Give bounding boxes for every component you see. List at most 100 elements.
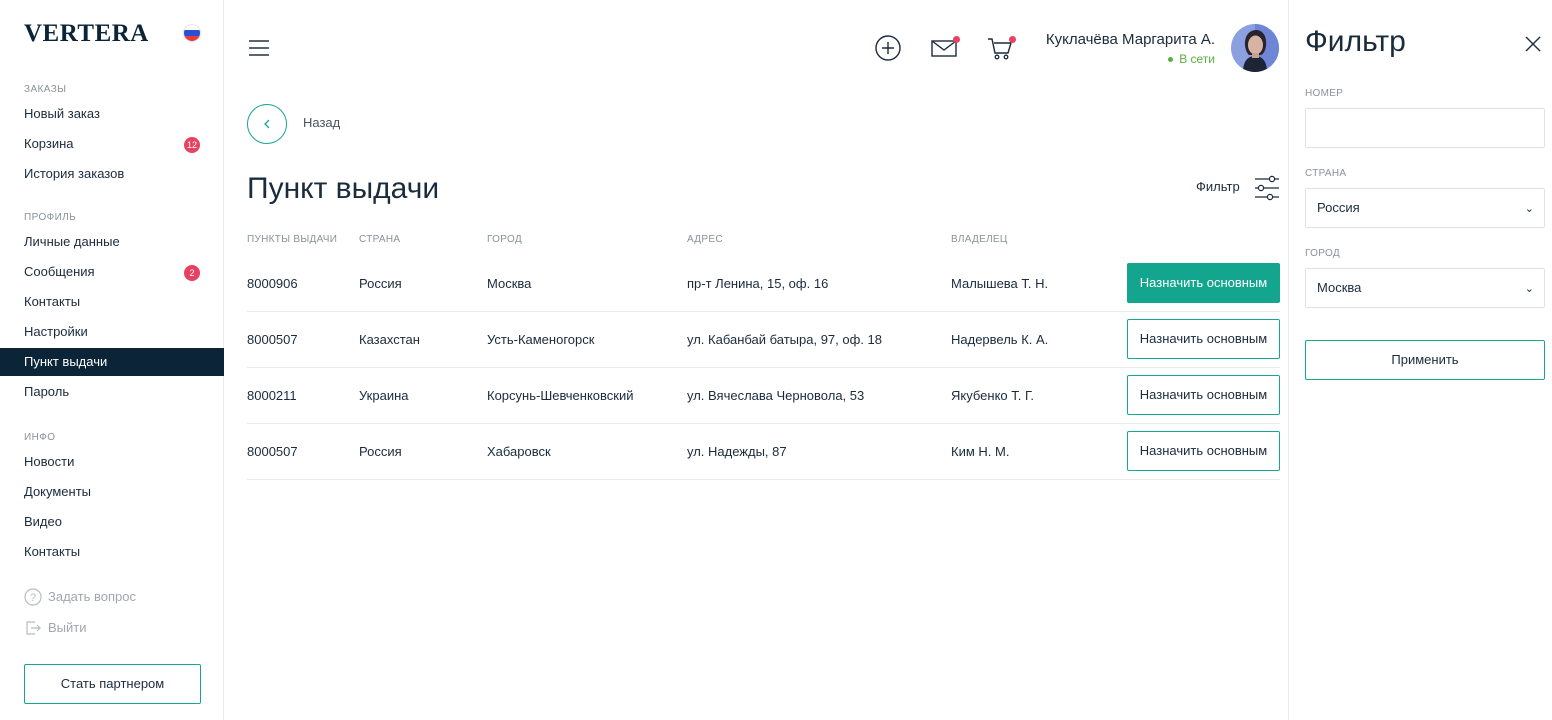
- page-title: Пункт выдачи: [247, 172, 440, 205]
- avatar[interactable]: [1231, 24, 1279, 72]
- set-primary-button[interactable]: Назначить основным: [1127, 263, 1280, 303]
- back-label[interactable]: Назад: [303, 115, 340, 130]
- svg-text:?: ?: [30, 592, 36, 604]
- city-select-value: Москва: [1317, 280, 1362, 295]
- add-circle-icon[interactable]: [874, 34, 902, 62]
- back-button[interactable]: [247, 104, 287, 144]
- section-title-info: ИНФО: [24, 432, 56, 443]
- sidebar-item-video[interactable]: Видео: [0, 508, 224, 536]
- cell-owner: Малышева Т. Н.: [951, 276, 1049, 291]
- set-primary-button[interactable]: Назначить основным: [1127, 319, 1280, 359]
- column-header-country: СТРАНА: [359, 234, 401, 245]
- cell-country: Украина: [359, 388, 409, 403]
- russia-flag-icon[interactable]: [184, 25, 200, 41]
- sidebar-item-documents[interactable]: Документы: [0, 478, 224, 506]
- set-primary-button[interactable]: Назначить основным: [1127, 375, 1280, 415]
- ask-question-label: Задать вопрос: [48, 589, 136, 604]
- sidebar-item-news[interactable]: Новости: [0, 448, 224, 476]
- mail-notification-dot: [953, 36, 960, 43]
- sidebar: VERTERA ЗАКАЗЫ Новый заказ Корзина 12 Ист…: [0, 0, 224, 720]
- mail-icon[interactable]: [930, 34, 960, 62]
- sidebar-item-settings[interactable]: Настройки: [0, 318, 224, 346]
- chevron-left-icon: [264, 119, 270, 129]
- cell-country: Казахстан: [359, 332, 420, 347]
- cell-id: 8000211: [247, 388, 297, 403]
- sidebar-item-label: Сообщения: [24, 264, 95, 279]
- city-field-label: ГОРОД: [1305, 248, 1340, 259]
- table-row: 8000906 Россия Москва пр-т Ленина, 15, о…: [247, 256, 1280, 312]
- menu-icon[interactable]: [249, 40, 269, 56]
- sidebar-item-label: Настройки: [24, 324, 88, 339]
- cell-address: ул. Вячеслава Черновола, 53: [687, 388, 865, 403]
- close-icon[interactable]: [1524, 35, 1542, 53]
- cell-country: Россия: [359, 276, 402, 291]
- country-select[interactable]: Россия ⌄: [1305, 188, 1545, 228]
- table-row: 8000507 Казахстан Усть-Каменогорск ул. К…: [247, 312, 1280, 368]
- online-dot-icon: [1168, 56, 1174, 62]
- cell-id: 8000906: [247, 276, 298, 291]
- vertera-logo[interactable]: VERTERA: [24, 20, 149, 48]
- city-select[interactable]: Москва ⌄: [1305, 268, 1545, 308]
- filter-sliders-icon[interactable]: [1254, 175, 1280, 201]
- column-header-pickup-points: ПУНКТЫ ВЫДАЧИ: [247, 234, 338, 245]
- sidebar-item-label: История заказов: [24, 166, 125, 181]
- table-row: 8000507 Россия Хабаровск ул. Надежды, 87…: [247, 424, 1280, 480]
- cart-icon[interactable]: [986, 34, 1016, 62]
- cell-id: 8000507: [247, 444, 298, 459]
- sidebar-item-new-order[interactable]: Новый заказ: [0, 100, 224, 128]
- cell-address: пр-т Ленина, 15, оф. 16: [687, 276, 829, 291]
- sidebar-item-personal-data[interactable]: Личные данные: [0, 228, 224, 256]
- sidebar-item-info-contacts[interactable]: Контакты: [0, 538, 224, 566]
- sidebar-item-label: Контакты: [24, 294, 81, 309]
- section-title-orders: ЗАКАЗЫ: [24, 84, 67, 95]
- cell-owner: Ким Н. М.: [951, 444, 1010, 459]
- table-row: 8000211 Украина Корсунь-Шевченковский ул…: [247, 368, 1280, 424]
- country-field-label: СТРАНА: [1305, 168, 1347, 179]
- column-header-owner: ВЛАДЕЛЕЦ: [951, 234, 1008, 245]
- cart-count-badge: 12: [184, 137, 200, 153]
- become-partner-button[interactable]: Стать партнером: [24, 664, 201, 704]
- user-status-label: В сети: [1179, 52, 1215, 66]
- sidebar-item-label: Новости: [24, 454, 75, 469]
- sidebar-item-pickup-point[interactable]: Пункт выдачи: [0, 348, 224, 376]
- column-header-address: АДРЕС: [687, 234, 723, 245]
- sidebar-item-contacts[interactable]: Контакты: [0, 288, 224, 316]
- ask-question-link[interactable]: ? Задать вопрос: [24, 587, 136, 607]
- filter-toggle-label[interactable]: Фильтр: [1196, 179, 1240, 194]
- user-name[interactable]: Куклачёва Маргарита А.: [1046, 31, 1215, 48]
- cell-owner: Якубенко Т. Г.: [951, 388, 1035, 403]
- sidebar-item-messages[interactable]: Сообщения 2: [0, 258, 224, 286]
- cell-address: ул. Кабанбай батыра, 97, оф. 18: [687, 332, 882, 347]
- sidebar-item-label: Корзина: [24, 136, 74, 151]
- sidebar-item-label: Пункт выдачи: [24, 354, 108, 369]
- number-field-label: НОМЕР: [1305, 88, 1344, 99]
- sidebar-item-label: Видео: [24, 514, 62, 529]
- sidebar-item-label: Личные данные: [24, 234, 120, 249]
- cell-country: Россия: [359, 444, 402, 459]
- country-select-value: Россия: [1317, 200, 1360, 215]
- filter-panel: Фильтр НОМЕР СТРАНА Россия ⌄ ГОРОД Москв…: [1288, 0, 1552, 720]
- section-title-profile: ПРОФИЛЬ: [24, 212, 77, 223]
- logout-link[interactable]: Выйти: [24, 618, 87, 638]
- cell-city: Корсунь-Шевченковский: [487, 388, 634, 403]
- apply-filter-button[interactable]: Применить: [1305, 340, 1545, 380]
- question-circle-icon: ?: [24, 588, 42, 606]
- cart-notification-dot: [1009, 36, 1016, 43]
- cell-id: 8000507: [247, 332, 298, 347]
- column-header-city: ГОРОД: [487, 234, 522, 245]
- sidebar-item-label: Пароль: [24, 384, 70, 399]
- set-primary-button[interactable]: Назначить основным: [1127, 431, 1280, 471]
- cell-city: Хабаровск: [487, 444, 551, 459]
- sidebar-item-cart[interactable]: Корзина 12: [0, 130, 224, 158]
- logout-label: Выйти: [48, 620, 87, 635]
- sidebar-item-order-history[interactable]: История заказов: [0, 160, 224, 188]
- filter-panel-title: Фильтр: [1305, 25, 1406, 58]
- sidebar-item-password[interactable]: Пароль: [0, 378, 224, 406]
- chevron-down-icon: ⌄: [1524, 203, 1534, 215]
- user-status: В сети: [1168, 52, 1215, 66]
- chevron-down-icon: ⌄: [1524, 283, 1534, 295]
- cell-owner: Надервель К. А.: [951, 332, 1049, 347]
- number-input[interactable]: [1305, 108, 1545, 148]
- sidebar-item-label: Новый заказ: [24, 106, 100, 121]
- logout-icon: [26, 621, 41, 635]
